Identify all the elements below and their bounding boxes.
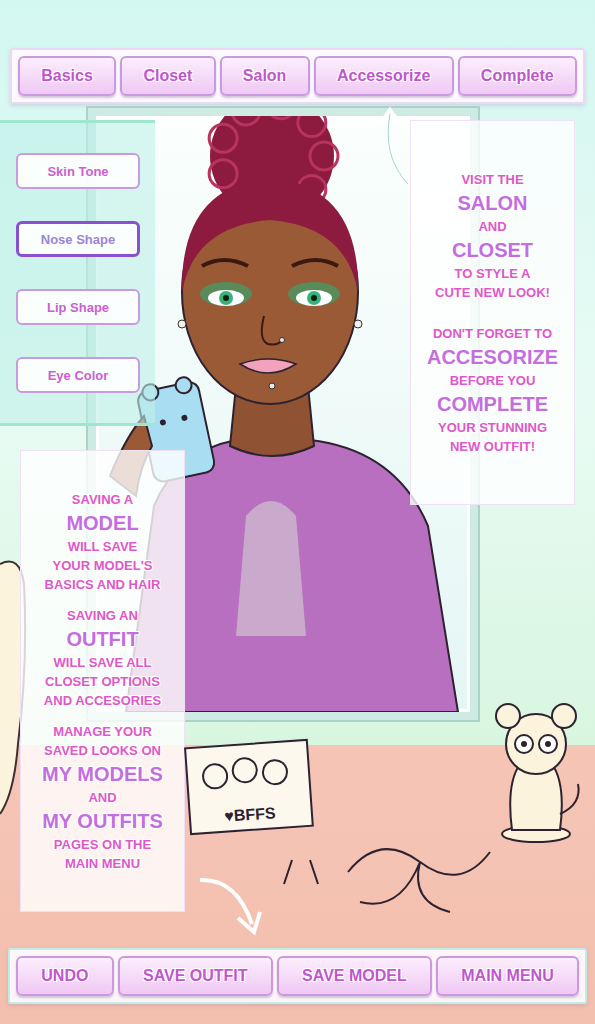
bottom-button[interactable]: MAIN MENU [436,956,579,996]
info-line: BASICS AND HAIR [45,575,161,594]
info-line: WILL SAVE [68,537,138,556]
nav-button[interactable]: Closet [120,56,215,96]
basics-option[interactable]: Skin Tone [16,153,140,189]
basics-option[interactable]: Eye Color [16,357,140,393]
bffs-photo: ♥BFFS [182,738,316,838]
shirt-print [236,501,306,636]
earphones-icon [340,832,500,918]
info-line: SAVED LOOKS ON [44,741,161,760]
tip-line: NEW OUTFIT! [450,437,535,456]
stage: Skin Tone Nose Shape Lip Shape Eye Color VIS… [0,104,595,948]
lips [240,359,296,373]
info-paragraph: SAVING AMODELWILL SAVEYOUR MODEL'SBASICS… [25,490,180,594]
info-line: CLOSET OPTIONS [45,672,160,691]
bottom-bar: UNDOSAVE OUTFITSAVE MODELMAIN MENU [8,948,587,1004]
photo-caption: ♥BFFS [224,804,277,825]
basics-option[interactable]: Nose Shape [16,221,140,257]
tip-line: CLOSET [452,236,533,264]
tip-line: COMPLETE [437,390,548,418]
tip-line: BEFORE YOU [450,371,536,390]
info-line: AND [88,788,116,807]
nav-button[interactable]: Basics [18,56,116,96]
tip-panel: VISIT THESALONANDCLOSETTO STYLE ACUTE NE… [410,120,575,505]
info-line: WILL SAVE ALL [54,653,152,672]
tip-line: DON'T FORGET TO [433,324,552,343]
info-paragraph: SAVING ANOUTFITWILL SAVE ALLCLOSET OPTIO… [25,606,180,710]
info-line: MY MODELS [42,760,163,788]
tip-paragraph: VISIT THESALONANDCLOSETTO STYLE ACUTE NE… [415,170,570,302]
info-line: MAIN MENU [65,854,140,873]
info-paragraph: MANAGE YOURSAVED LOOKS ONMY MODELSANDMY … [25,722,180,873]
down-arrow-icon [196,874,266,936]
hairpins-icon [278,856,324,886]
info-line: MANAGE YOUR [53,722,152,741]
info-line: AND ACCESORIES [44,691,161,710]
info-line: SAVING A [72,490,133,509]
basics-menu: Skin Tone Nose Shape Lip Shape Eye Color [0,120,155,426]
dress-up-screen: BasicsClosetSalonAccessorizeCompleteSkin… [0,0,595,1024]
info-line: MY OUTFITS [42,807,163,835]
bottom-button[interactable]: SAVE MODEL [277,956,432,996]
bottom-button[interactable]: UNDO [16,956,114,996]
tip-line: TO STYLE A [455,264,531,283]
hair [182,178,358,292]
mouse-figurine-icon [486,694,586,844]
info-panel: SAVING AMODELWILL SAVEYOUR MODEL'SBASICS… [20,450,185,912]
tip-line: AND [478,217,506,236]
bottom-button[interactable]: SAVE OUTFIT [118,956,273,996]
nav-button[interactable]: Salon [220,56,310,96]
nav-button[interactable]: Accessorize [314,56,454,96]
tip-line: YOUR STUNNING [438,418,547,437]
eyes [200,282,340,306]
tip-line: SALON [458,189,528,217]
info-line: SAVING AN [67,606,138,625]
info-line: PAGES ON THE [54,835,151,854]
tip-paragraph: DON'T FORGET TOACCESORIZEBEFORE YOUCOMPL… [415,324,570,456]
info-line: OUTFIT [66,625,138,653]
basics-option[interactable]: Lip Shape [16,289,140,325]
tip-line: ACCESORIZE [427,343,558,371]
top-nav: BasicsClosetSalonAccessorizeComplete [10,48,585,104]
nav-button[interactable]: Complete [458,56,577,96]
tip-line: VISIT THE [461,170,523,189]
info-line: YOUR MODEL'S [53,556,153,575]
tip-line: CUTE NEW LOOK! [435,283,550,302]
up-arrow-icon [376,106,412,186]
info-line: MODEL [66,509,138,537]
